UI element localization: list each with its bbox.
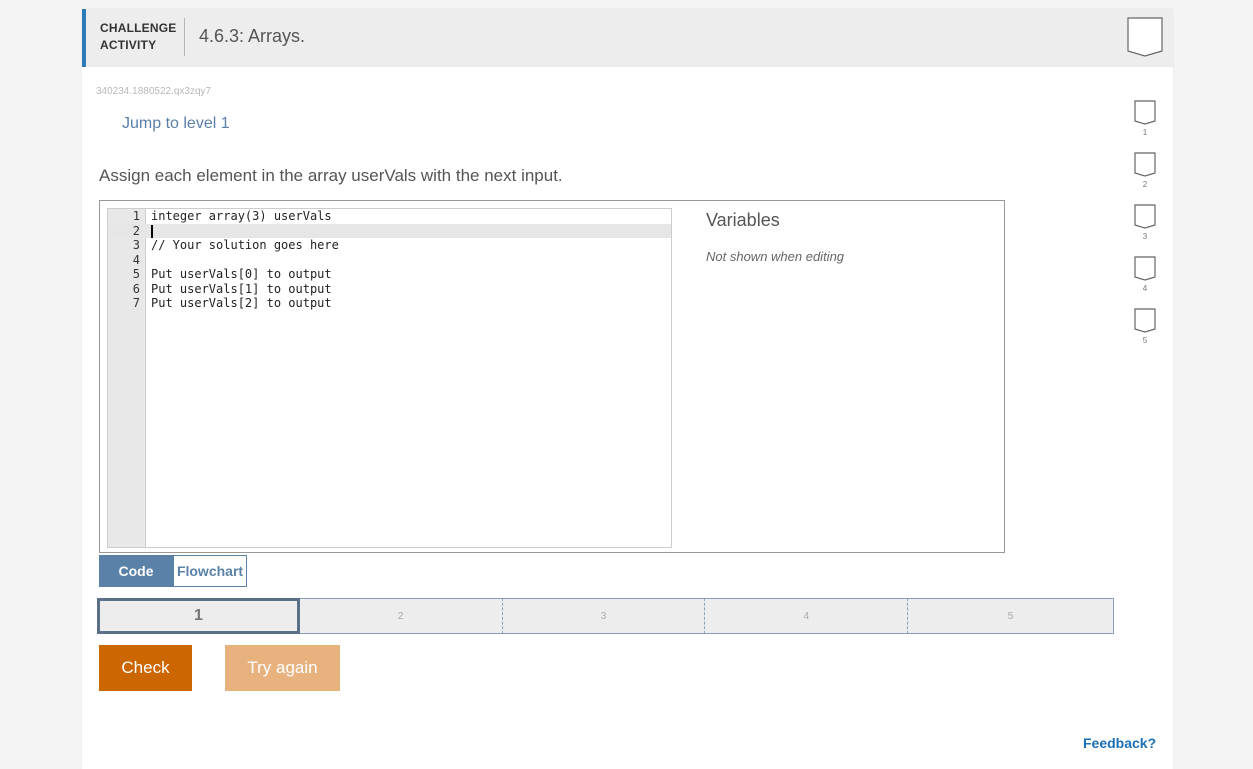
progress-level-1: 1 [1134, 100, 1156, 137]
text-cursor [151, 224, 153, 238]
activity-id: 340234.1880522.qx3zqy7 [96, 86, 212, 97]
progress-number: 1 [1142, 128, 1148, 137]
progress-number: 2 [1142, 180, 1148, 189]
level-tab-5[interactable]: 5 [908, 598, 1114, 634]
activity-type-label: CHALLENGE ACTIVITY [100, 20, 176, 54]
code-line[interactable]: 7 Put userVals[2] to output [108, 296, 671, 311]
progress-number: 5 [1142, 336, 1148, 345]
activity-header: CHALLENGE ACTIVITY 4.6.3: Arrays. [82, 9, 1173, 67]
level-tab-4[interactable]: 4 [705, 598, 909, 634]
code-text: integer array(3) userVals [151, 209, 332, 223]
code-text: // Your solution goes here [151, 238, 339, 252]
header-divider [184, 18, 185, 56]
flowchart-view-button[interactable]: Flowchart [173, 555, 247, 587]
view-toggle: Code Flowchart [99, 555, 247, 587]
variables-note: Not shown when editing [706, 249, 845, 264]
jump-to-level-link[interactable]: Jump to level 1 [122, 115, 230, 133]
progress-level-5: 5 [1134, 308, 1156, 345]
line-number: 4 [132, 252, 140, 267]
instructions-text: Assign each element in the array userVal… [99, 166, 563, 185]
progress-badge-icon [1134, 152, 1156, 177]
progress-badge-icon [1134, 308, 1156, 333]
completion-badge-icon [1127, 17, 1163, 57]
level-selector: 1 2 3 4 5 [97, 598, 1114, 634]
code-editor[interactable]: 1 integer array(3) userVals 2 3 // Your … [107, 208, 672, 548]
line-number: 5 [132, 267, 140, 281]
progress-badge-icon [1134, 256, 1156, 281]
progress-level-4: 4 [1134, 256, 1156, 293]
activity-type-line1: CHALLENGE [100, 21, 177, 35]
check-button[interactable]: Check [99, 645, 192, 691]
code-text: Put userVals[0] to output [151, 267, 332, 281]
line-number: 3 [132, 238, 140, 252]
challenge-activity-card: CHALLENGE ACTIVITY 4.6.3: Arrays. 340234… [82, 9, 1173, 769]
line-number: 2 [132, 223, 140, 238]
line-number: 6 [132, 281, 140, 296]
progress-level-2: 2 [1134, 152, 1156, 189]
line-number: 1 [132, 209, 140, 223]
progress-number: 4 [1142, 284, 1148, 293]
level-tab-3[interactable]: 3 [502, 598, 706, 634]
editor-panel: 1 integer array(3) userVals 2 3 // Your … [99, 200, 1005, 553]
variables-title: Variables [706, 210, 780, 230]
progress-level-3: 3 [1134, 204, 1156, 241]
activity-title: 4.6.3: Arrays. [199, 26, 306, 46]
code-line[interactable]: 1 integer array(3) userVals [108, 209, 671, 224]
progress-badge-icon [1134, 204, 1156, 229]
progress-number: 3 [1142, 232, 1148, 241]
feedback-link[interactable]: Feedback? [1083, 735, 1156, 751]
code-line[interactable]: 5 Put userVals[0] to output [108, 267, 671, 282]
try-again-button[interactable]: Try again [225, 645, 340, 691]
level-tab-1[interactable]: 1 [97, 598, 300, 634]
code-view-button[interactable]: Code [99, 555, 173, 587]
code-text: Put userVals[1] to output [151, 281, 332, 296]
level-tab-2[interactable]: 2 [299, 598, 503, 634]
code-line[interactable]: 6 Put userVals[1] to output [108, 282, 671, 297]
code-text: Put userVals[2] to output [151, 296, 332, 310]
code-line-active[interactable]: 2 [108, 223, 671, 238]
progress-badge-icon [1134, 100, 1156, 125]
line-number: 7 [132, 296, 140, 310]
code-line[interactable]: 4 [108, 253, 671, 268]
activity-type-line2: ACTIVITY [100, 38, 157, 52]
code-line[interactable]: 3 // Your solution goes here [108, 238, 671, 253]
